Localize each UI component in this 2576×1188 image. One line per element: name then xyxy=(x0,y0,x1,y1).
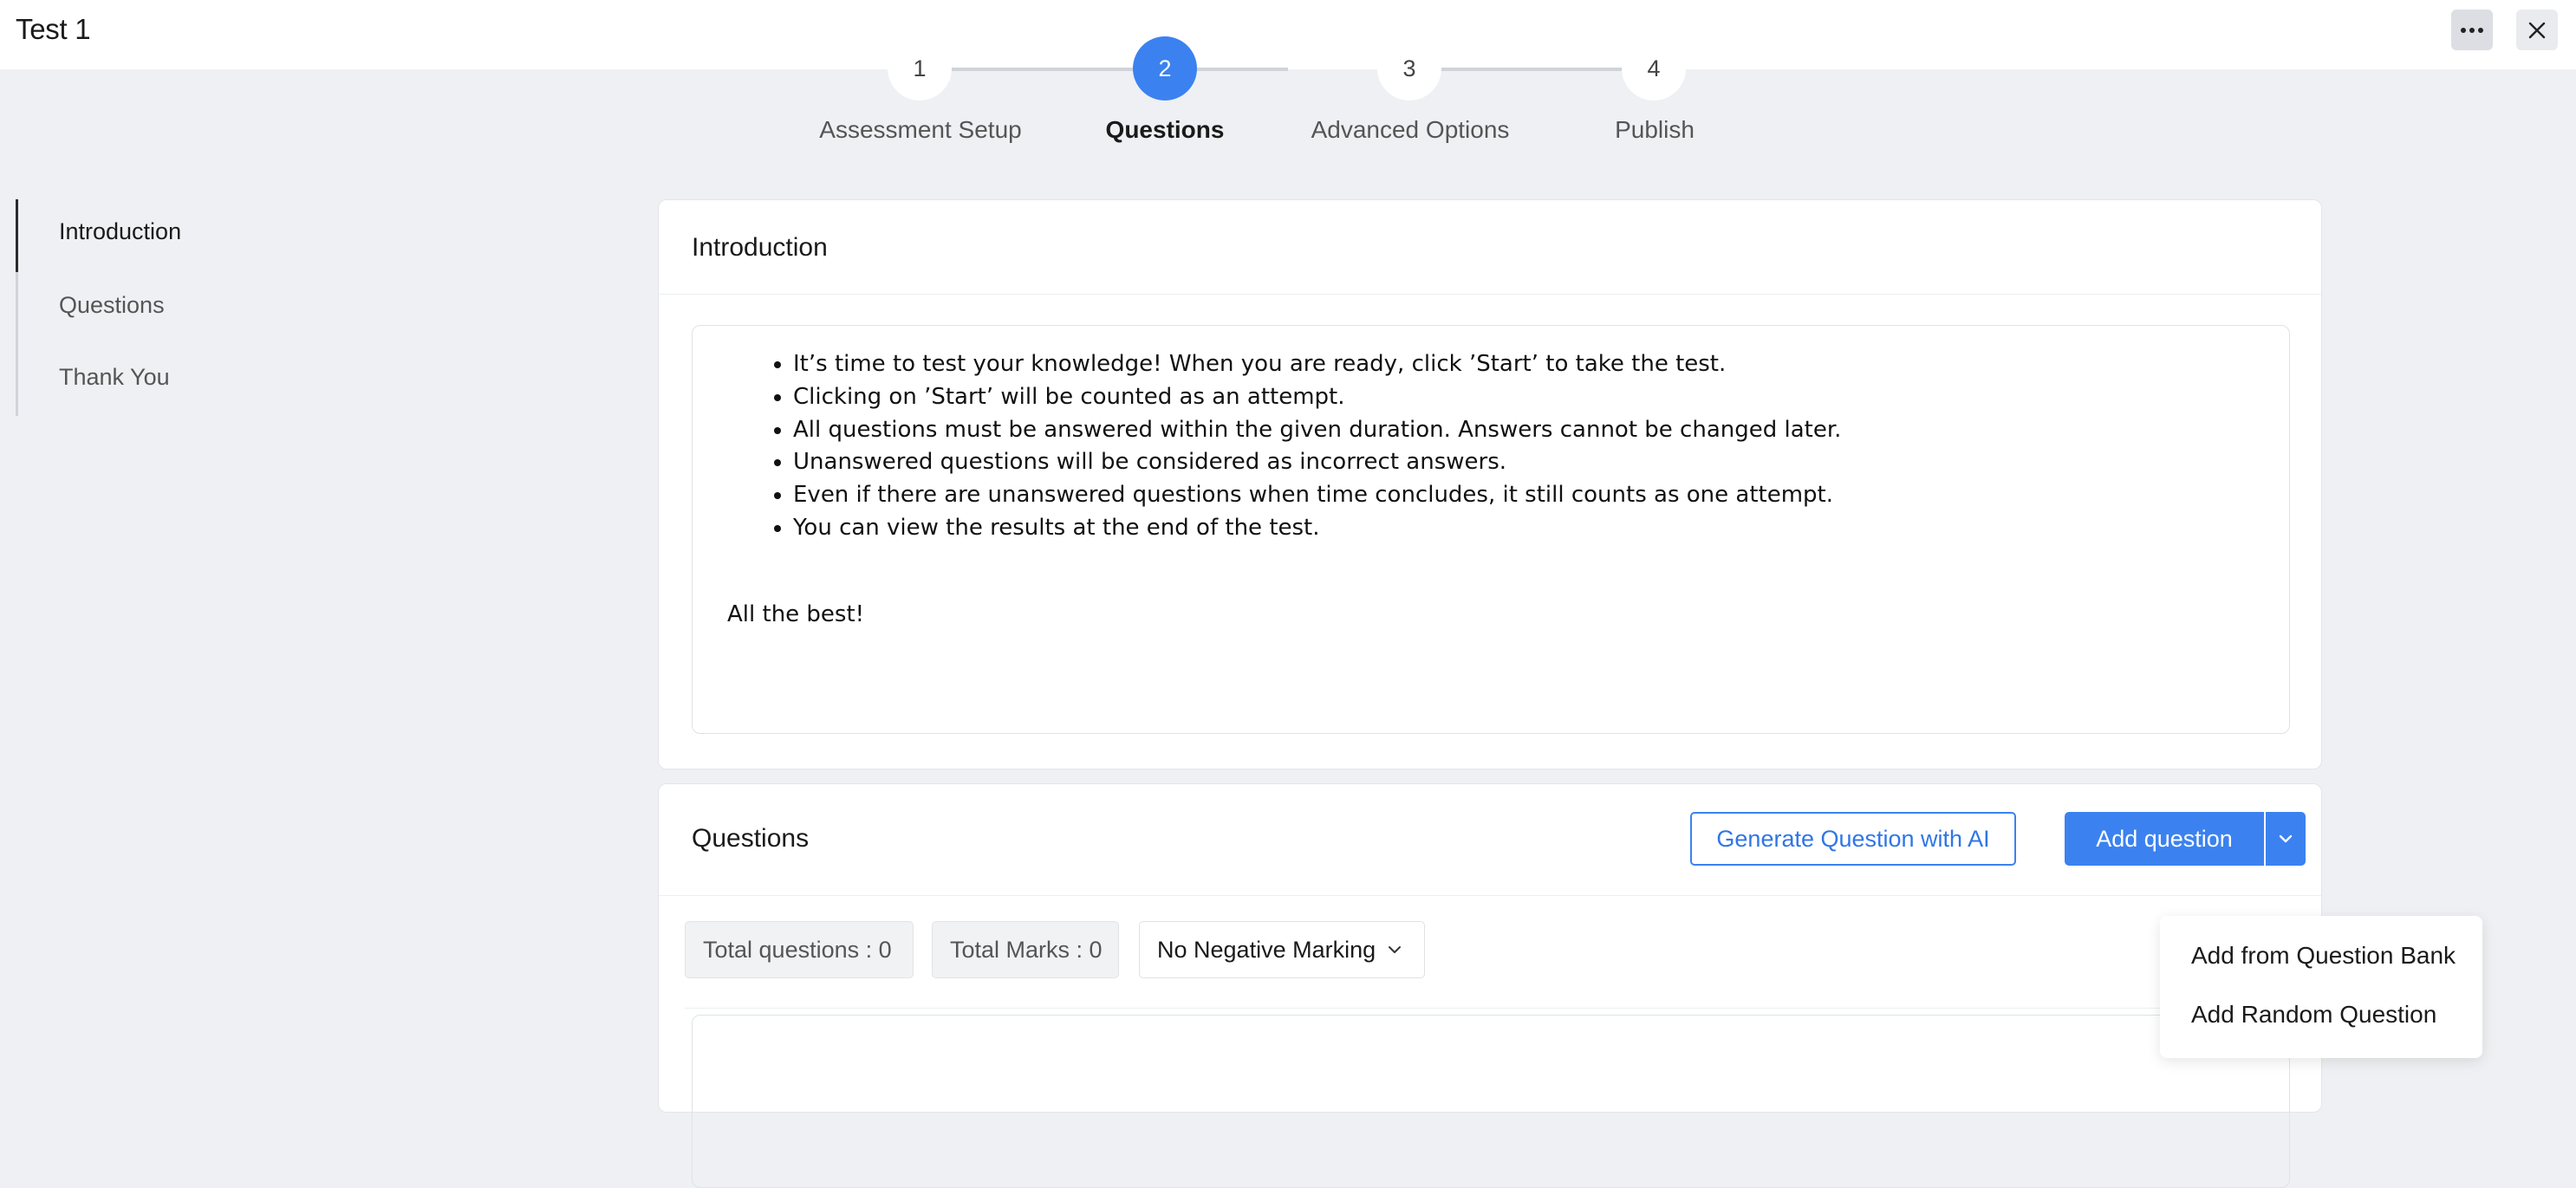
questions-list-area xyxy=(692,1015,2290,1188)
closing-text: All the best! xyxy=(727,601,865,627)
add-question-menu: Add from Question Bank Add Random Questi… xyxy=(2160,916,2482,1058)
more-options-button[interactable] xyxy=(2451,10,2493,50)
generate-question-ai-button[interactable]: Generate Question with AI xyxy=(1690,812,2016,866)
introduction-bullet-list: It’s time to test your knowledge! When y… xyxy=(762,348,1841,545)
step-1-circle[interactable]: 1 xyxy=(888,36,952,101)
card-divider xyxy=(659,895,2321,896)
total-marks-badge: Total Marks : 0 xyxy=(932,921,1119,978)
menu-item-add-random-question[interactable]: Add Random Question xyxy=(2191,1001,2436,1029)
step-3-label[interactable]: Advanced Options xyxy=(1311,116,1510,144)
introduction-editor[interactable]: It’s time to test your knowledge! When y… xyxy=(692,325,2290,734)
close-icon xyxy=(2528,22,2546,38)
nav-active-indicator xyxy=(16,199,18,272)
list-item: It’s time to test your knowledge! When y… xyxy=(793,348,1841,381)
list-item: Even if there are unanswered questions w… xyxy=(793,479,1841,512)
introduction-card: Introduction It’s time to test your know… xyxy=(658,199,2322,769)
top-bar: Test 1 xyxy=(0,0,2576,69)
nav-item-questions[interactable]: Questions xyxy=(59,292,165,319)
step-connector xyxy=(1196,68,1288,71)
list-item: Clicking on ’Start’ will be counted as a… xyxy=(793,381,1841,414)
questions-title: Questions xyxy=(692,824,810,853)
total-questions-badge: Total questions : 0 xyxy=(685,921,914,978)
add-question-dropdown-button[interactable] xyxy=(2266,812,2306,866)
close-button[interactable] xyxy=(2516,10,2558,50)
chevron-down-icon xyxy=(2279,834,2293,843)
more-horizontal-icon xyxy=(2459,27,2485,33)
list-item: All questions must be answered within th… xyxy=(793,414,1841,447)
negative-marking-select[interactable]: No Negative Marking xyxy=(1139,921,1425,978)
list-item: You can view the results at the end of t… xyxy=(793,512,1841,545)
menu-item-add-from-question-bank[interactable]: Add from Question Bank xyxy=(2191,942,2456,970)
step-4-circle[interactable]: 4 xyxy=(1622,36,1686,101)
step-3-circle[interactable]: 3 xyxy=(1377,36,1441,101)
add-question-button[interactable]: Add question xyxy=(2065,812,2264,866)
card-divider xyxy=(685,1008,2297,1009)
card-divider xyxy=(659,294,2321,295)
step-1-label[interactable]: Assessment Setup xyxy=(819,116,1021,144)
nav-item-introduction[interactable]: Introduction xyxy=(59,218,181,245)
questions-card: Questions Generate Question with AI Add … xyxy=(658,783,2322,1188)
page-title: Test 1 xyxy=(16,13,91,45)
chevron-down-icon xyxy=(1389,945,1402,953)
step-4-label[interactable]: Publish xyxy=(1615,116,1695,144)
step-2-circle[interactable]: 2 xyxy=(1133,36,1197,101)
negative-marking-value: No Negative Marking xyxy=(1157,936,1376,963)
step-2-label[interactable]: Questions xyxy=(1106,116,1225,144)
nav-item-thank-you[interactable]: Thank You xyxy=(59,364,170,391)
introduction-title: Introduction xyxy=(692,233,828,262)
list-item: Unanswered questions will be considered … xyxy=(793,446,1841,479)
